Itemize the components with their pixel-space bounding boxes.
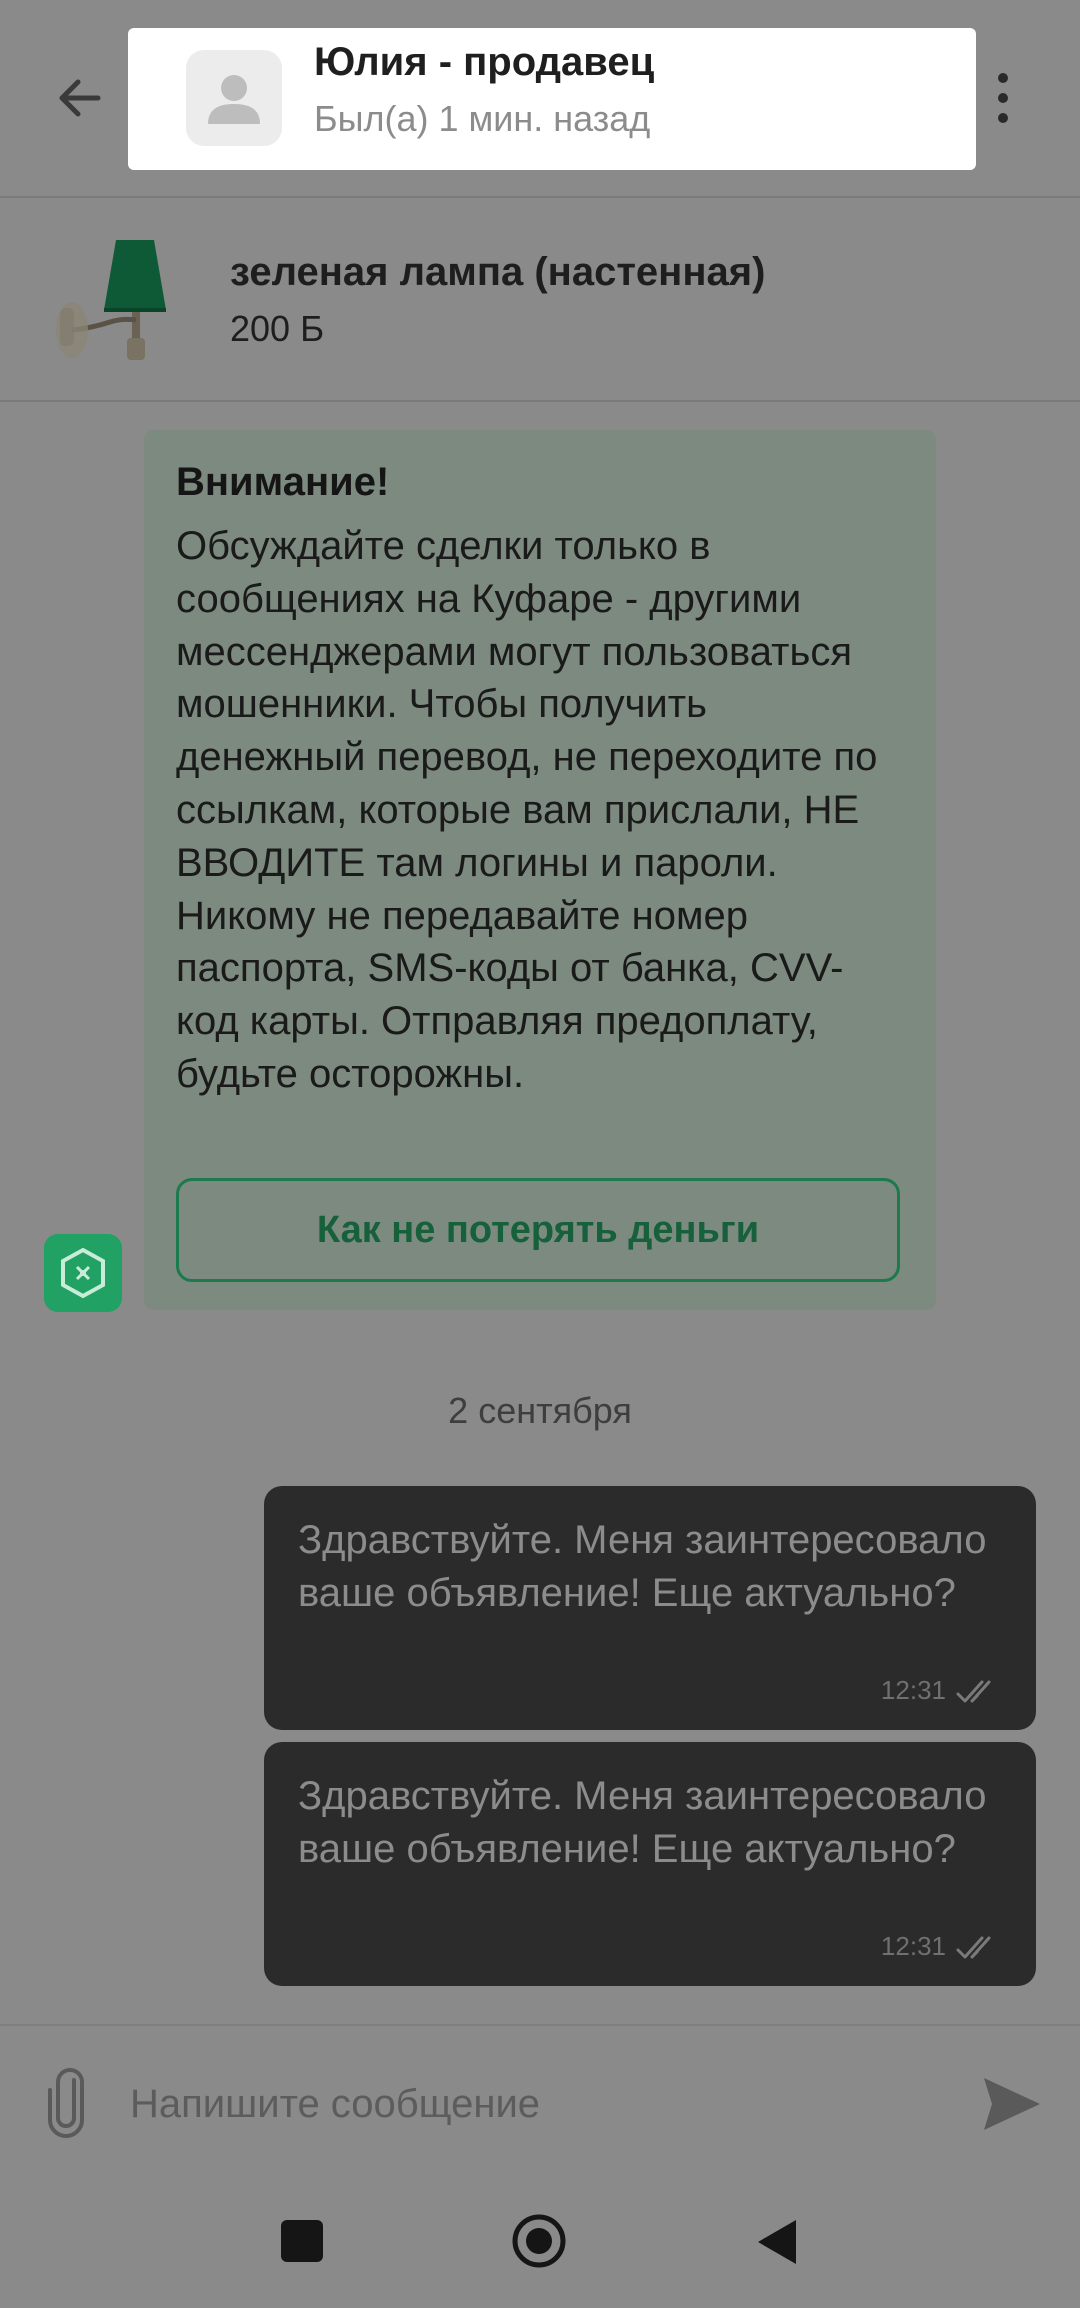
seller-name: Юлия - продавец [314,40,655,84]
double-check-icon [956,1680,991,1703]
seller-status: Был(а) 1 мин. назад [314,98,651,139]
message-text: Здравствуйте. Меня заинтересовало ваше о… [298,1518,987,1615]
date-separator: 2 сентября [448,1390,632,1431]
message-bubble[interactable]: Здравствуйте. Меня заинтересовало ваше о… [264,1486,1036,1730]
home-icon[interactable] [510,2212,568,2270]
more-vertical-icon[interactable] [984,60,1022,136]
message-text: Здравствуйте. Меня заинтересовало ваше о… [298,1774,987,1871]
back-triangle-icon[interactable] [756,2218,798,2266]
system-navigation-bar [0,2182,1080,2308]
message-time: 12:31 [880,1675,946,1705]
message-bubble[interactable]: Здравствуйте. Меня заинтересовало ваше о… [264,1742,1036,1986]
notice-title: Внимание! [176,460,390,504]
warning-notice: Внимание! Обсуждайте сделки только в соо… [144,430,936,1310]
kufar-logo-icon [44,1234,122,1312]
paperclip-icon[interactable] [40,2066,92,2140]
message-composer [0,2024,1080,2182]
product-title: зеленая лампа (настенная) [230,250,766,294]
back-arrow-icon[interactable] [44,62,116,134]
product-price: 200 Ƃ [230,308,324,349]
chat-header: Юлия - продавец Был(а) 1 мин. назад [0,0,1080,198]
message-input[interactable] [130,2068,930,2140]
how-not-to-lose-money-button[interactable]: Как не потерять деньги [176,1178,900,1282]
notice-text: Обсуждайте сделки только в сообщениях на… [176,524,878,1096]
recent-apps-icon[interactable] [281,2220,323,2262]
product-bar[interactable]: зеленая лампа (настенная) 200 Ƃ [0,198,1080,402]
double-check-icon [956,1936,991,1959]
person-icon [208,75,260,124]
send-icon[interactable] [978,2070,1046,2138]
product-thumbnail [56,240,166,360]
message-time: 12:31 [880,1931,946,1961]
seller-avatar[interactable] [186,50,282,146]
